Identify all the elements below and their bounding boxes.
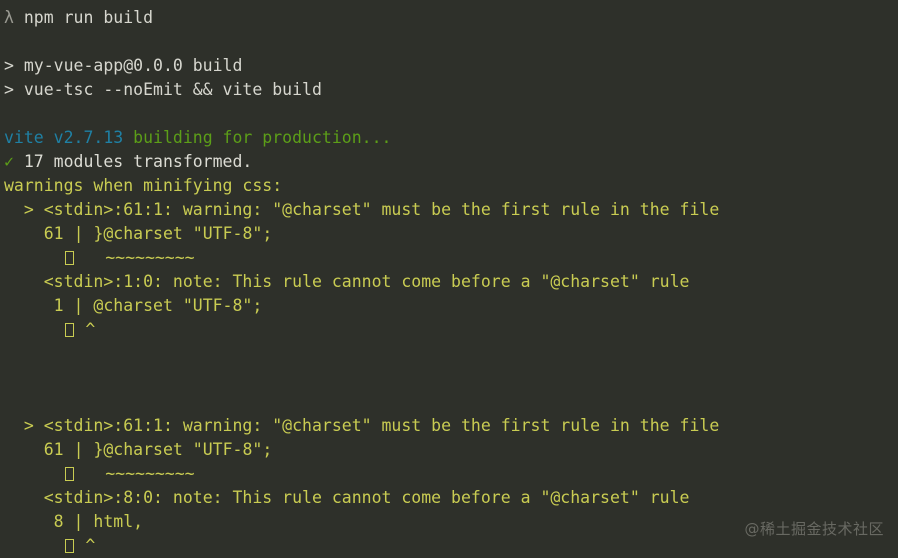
note-snippet-2: html,: [93, 512, 144, 531]
code-snippet-2: }@charset "UTF-8";: [93, 440, 273, 459]
note-pipe-divider-2: |: [73, 512, 84, 531]
npm-marker-icon: >: [4, 56, 14, 75]
note-message-1: <stdin>:1:0: note: This rule cannot come…: [43, 272, 690, 291]
terminal-line-npm-script: > vue-tsc --noEmit && vite build: [0, 78, 898, 102]
code-line-number-2: 61: [43, 440, 64, 459]
warning-block-2-note-head: <stdin>:8:0: note: This rule cannot come…: [0, 486, 898, 510]
terminal-line-warnings-header: warnings when minifying css:: [0, 174, 898, 198]
terminal-line-blank-2: [0, 102, 898, 126]
check-icon: ✓: [4, 152, 14, 171]
warning-block-1-head: > <stdin>:61:1: warning: "@charset" must…: [0, 198, 898, 222]
code-pipe-divider-2: |: [73, 440, 84, 459]
shell-prompt-symbol: λ: [4, 8, 14, 27]
command-text: npm run build: [23, 8, 154, 27]
warning-message-2: <stdin>:61:1: warning: "@charset" must b…: [43, 416, 720, 435]
code-snippet-1: }@charset "UTF-8";: [93, 224, 273, 243]
terminal-line-modules-transformed: ✓ 17 modules transformed.: [0, 150, 898, 174]
note-line-number-1: 1: [53, 296, 64, 315]
warning-message-1: <stdin>:61:1: warning: "@charset" must b…: [43, 200, 720, 219]
warning-block-2-code: 61 | }@charset "UTF-8";: [0, 438, 898, 462]
warning-block-2-head: > <stdin>:61:1: warning: "@charset" must…: [0, 414, 898, 438]
vite-version-label: vite v2.7.13: [4, 128, 124, 147]
modules-transformed-text: 17 modules transformed.: [23, 152, 253, 171]
warning-block-2-squiggle: ~~~~~~~~~: [0, 462, 898, 486]
warning-block-1-note-head: <stdin>:1:0: note: This rule cannot come…: [0, 270, 898, 294]
terminal-line-blank-3: [0, 342, 898, 366]
note-snippet-1: @charset "UTF-8";: [93, 296, 263, 315]
caret-marker-2: ^: [85, 536, 96, 555]
npm-script-text: vue-tsc --noEmit && vite build: [23, 80, 322, 99]
npm-marker-icon-2: >: [4, 80, 14, 99]
vite-action-label: building for production...: [133, 128, 392, 147]
npm-package-text: my-vue-app@0.0.0 build: [23, 56, 243, 75]
warnings-header-text: warnings when minifying css:: [4, 176, 283, 195]
note-line-number-2: 8: [53, 512, 64, 531]
missing-glyph-box-icon-3: [65, 467, 74, 481]
terminal-line-blank-5: [0, 390, 898, 414]
warning-bullet-icon: >: [23, 200, 34, 219]
missing-glyph-box-icon: [65, 251, 74, 265]
warning-block-1-code: 61 | }@charset "UTF-8";: [0, 222, 898, 246]
missing-glyph-box-icon-2: [65, 323, 74, 337]
missing-glyph-box-icon-4: [65, 539, 74, 553]
note-pipe-divider-1: |: [73, 296, 84, 315]
caret-marker-1: ^: [85, 320, 96, 339]
terminal-window[interactable]: λ npm run build > my-vue-app@0.0.0 build…: [0, 0, 898, 555]
terminal-line-vite-banner: vite v2.7.13 building for production...: [0, 126, 898, 150]
code-pipe-divider-1: |: [73, 224, 84, 243]
terminal-line-command: λ npm run build: [0, 6, 898, 30]
code-line-number-1: 61: [43, 224, 64, 243]
warning-block-1-caret: ^: [0, 318, 898, 342]
warning-block-1-squiggle: ~~~~~~~~~: [0, 246, 898, 270]
squiggle-underline-2: ~~~~~~~~~: [105, 464, 195, 483]
terminal-line-blank-4: [0, 366, 898, 390]
squiggle-underline-1: ~~~~~~~~~: [105, 248, 195, 267]
note-message-2: <stdin>:8:0: note: This rule cannot come…: [43, 488, 690, 507]
warning-block-1-note-code: 1 | @charset "UTF-8";: [0, 294, 898, 318]
warning-bullet-icon-2: >: [23, 416, 34, 435]
terminal-line-npm-package: > my-vue-app@0.0.0 build: [0, 54, 898, 78]
watermark-text: @稀土掘金技术社区: [744, 520, 884, 538]
